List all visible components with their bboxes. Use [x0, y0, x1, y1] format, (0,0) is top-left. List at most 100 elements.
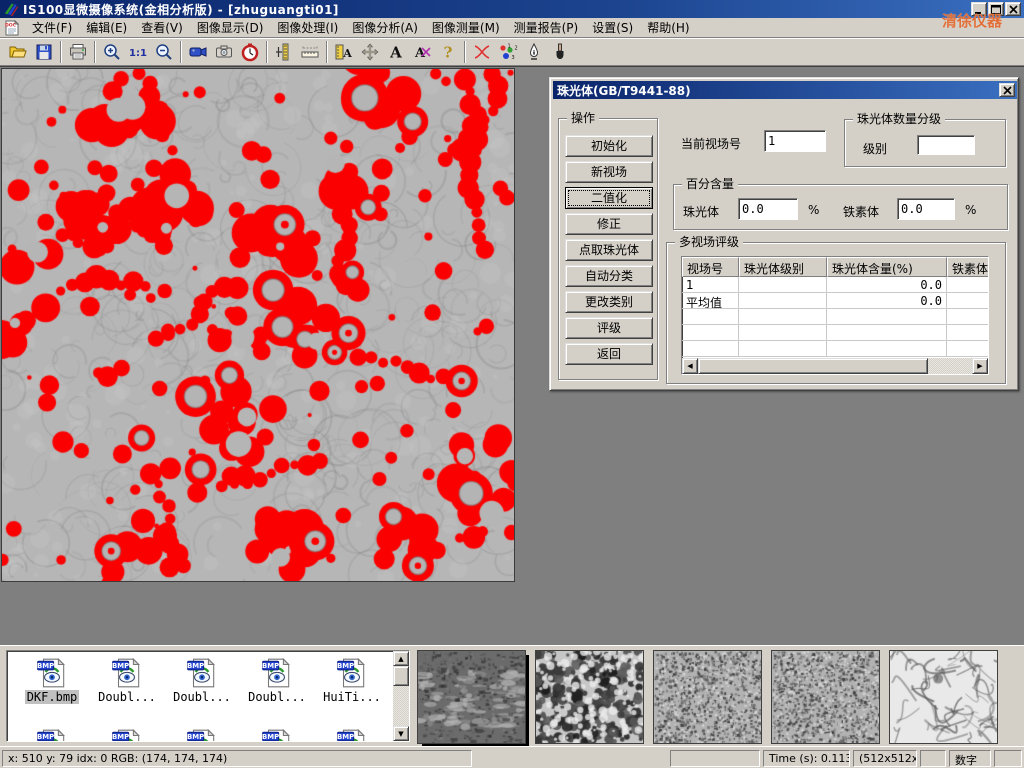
op-button-6[interactable]: 自动分类	[565, 265, 653, 287]
micrograph-thumbnail-2[interactable]	[536, 651, 643, 743]
save-button[interactable]	[31, 40, 57, 64]
pen-button[interactable]	[521, 40, 547, 64]
scroll-up-button[interactable]: ▲	[393, 651, 409, 666]
move-cross-button[interactable]	[357, 40, 383, 64]
micrograph-image-binarized[interactable]	[2, 69, 514, 581]
scrollbar-track[interactable]	[393, 686, 409, 726]
menu-item-5[interactable]: 图像处理(I)	[270, 17, 345, 38]
file-item-Doubl...[interactable]: BMPDoubl...	[165, 656, 239, 704]
current-view-input[interactable]	[764, 130, 826, 152]
print-icon	[68, 42, 88, 62]
zoom-in-button[interactable]	[99, 40, 125, 64]
camera-button[interactable]	[211, 40, 237, 64]
measure-text-button[interactable]: A	[331, 40, 357, 64]
video-camera-button[interactable]	[185, 40, 211, 64]
open-folder-button[interactable]	[5, 40, 31, 64]
ruler-button[interactable]	[297, 40, 323, 64]
file-item-partial[interactable]: BMP	[315, 727, 389, 742]
op-button-2[interactable]: 新视场	[565, 161, 653, 183]
micrograph-thumbnail-3[interactable]	[654, 651, 761, 743]
table-row[interactable]: 10.0	[682, 277, 989, 293]
rating-group: 多视场评级 视场号珠光体级别珠光体含量(%)铁素体含量(%) 10.0平均值0.…	[666, 242, 1006, 384]
table-row-empty[interactable]	[682, 309, 989, 325]
scrollbar-track[interactable]	[928, 358, 972, 374]
help-button[interactable]: ?	[435, 40, 461, 64]
micrograph-thumbnail-4[interactable]	[772, 651, 879, 743]
menu-item-7[interactable]: 图像测量(M)	[425, 17, 507, 38]
grade-level-input[interactable]	[917, 135, 975, 155]
op-button-9[interactable]: 返回	[565, 343, 653, 365]
menu-item-8[interactable]: 测量报告(P)	[507, 17, 586, 38]
table-row-empty[interactable]	[682, 341, 989, 357]
scroll-left-button[interactable]: ◀	[682, 358, 698, 374]
rating-table: 视场号珠光体级别珠光体含量(%)铁素体含量(%) 10.0平均值0.0 ◀ ▶	[681, 256, 989, 375]
scrollbar-thumb[interactable]	[393, 666, 409, 686]
op-button-7[interactable]: 更改类别	[565, 291, 653, 313]
column-header-3[interactable]: 珠光体含量(%)	[827, 257, 947, 277]
percent-group: 百分含量 珠光体 % 铁素体 %	[673, 184, 1008, 230]
menu-item-6[interactable]: 图像分析(A)	[345, 17, 425, 38]
menu-item-2[interactable]: 编辑(E)	[79, 17, 134, 38]
scroll-down-button[interactable]: ▼	[393, 726, 409, 741]
curve-delete-button[interactable]	[469, 40, 495, 64]
op-button-3[interactable]: 二值化	[565, 187, 653, 209]
elapsed-time-readout: Time (s): 0.113	[763, 750, 850, 767]
column-header-1[interactable]: 视场号	[682, 257, 739, 277]
table-row[interactable]: 平均值0.0	[682, 293, 989, 309]
text-label-button[interactable]: A	[383, 40, 409, 64]
op-button-5[interactable]: 点取珠光体	[565, 239, 653, 261]
mode-indicator: 数字	[949, 750, 991, 767]
file-item-partial[interactable]: BMP	[165, 727, 239, 742]
table-cell: 0.0	[827, 277, 947, 293]
caliper-button[interactable]	[271, 40, 297, 64]
op-button-1[interactable]: 初始化	[565, 135, 653, 157]
file-item-partial[interactable]: BMP	[240, 727, 314, 742]
document-system-menu-icon[interactable]: DOC	[4, 20, 21, 36]
table-row-empty[interactable]	[682, 325, 989, 341]
svg-text:BMP: BMP	[262, 662, 279, 670]
file-item-DKF.bmp[interactable]: BMPDKF.bmp	[15, 656, 89, 704]
actual-size-button[interactable]: 1:1	[125, 40, 151, 64]
bmp-file-icon: BMP	[240, 656, 314, 690]
scrollbar-thumb[interactable]	[698, 358, 928, 374]
file-item-Doubl...[interactable]: BMPDoubl...	[240, 656, 314, 704]
op-button-8[interactable]: 评级	[565, 317, 653, 339]
print-button[interactable]	[65, 40, 91, 64]
window-titlebar[interactable]: IS100显微摄像系统(金相分析版) - [zhuguangti01]	[0, 0, 1024, 18]
toolbar: 1:1AAA?123	[0, 38, 1024, 66]
menu-item-3[interactable]: 查看(V)	[134, 17, 190, 38]
toolbar-separator	[326, 41, 328, 63]
grade-group-label: 珠光体数量分级	[853, 112, 945, 126]
table-cell: 1	[682, 277, 739, 293]
table-cell	[947, 277, 989, 293]
file-item-HuiTi...[interactable]: BMPHuiTi...	[315, 656, 389, 704]
zoom-out-button[interactable]	[151, 40, 177, 64]
window-close-button[interactable]	[1005, 2, 1021, 16]
pearlite-pct-input[interactable]	[738, 198, 798, 220]
file-item-partial[interactable]: BMP	[90, 727, 164, 742]
count-points-button[interactable]: 123	[495, 40, 521, 64]
menu-item-10[interactable]: 帮助(H)	[640, 17, 696, 38]
text-edit-button[interactable]: A	[409, 40, 435, 64]
menu-item-1[interactable]: 文件(F)	[25, 17, 79, 38]
menu-item-4[interactable]: 图像显示(D)	[190, 17, 271, 38]
timer-button[interactable]	[237, 40, 263, 64]
dialog-close-button[interactable]	[999, 83, 1015, 97]
menu-items: 文件(F)编辑(E)查看(V)图像显示(D)图像处理(I)图像分析(A)图像测量…	[25, 17, 697, 38]
ferrite-pct-input[interactable]	[897, 198, 955, 220]
actual-size-icon: 1:1	[128, 42, 148, 62]
column-header-4[interactable]: 铁素体含量(%)	[947, 257, 989, 277]
file-item-partial[interactable]: BMP	[15, 727, 89, 742]
svg-text:3: 3	[512, 55, 515, 61]
menu-item-9[interactable]: 设置(S)	[585, 17, 640, 38]
scroll-right-button[interactable]: ▶	[972, 358, 988, 374]
micrograph-thumbnail-5[interactable]	[890, 651, 997, 743]
ruler-icon	[300, 42, 320, 62]
brush-button[interactable]	[547, 40, 573, 64]
micrograph-thumbnail-1[interactable]	[418, 651, 525, 743]
dialog-titlebar[interactable]: 珠光体(GB/T9441-88)	[553, 81, 1017, 99]
caliper-icon	[274, 42, 294, 62]
file-item-Doubl...[interactable]: BMPDoubl...	[90, 656, 164, 704]
op-button-4[interactable]: 修正	[565, 213, 653, 235]
column-header-2[interactable]: 珠光体级别	[739, 257, 827, 277]
